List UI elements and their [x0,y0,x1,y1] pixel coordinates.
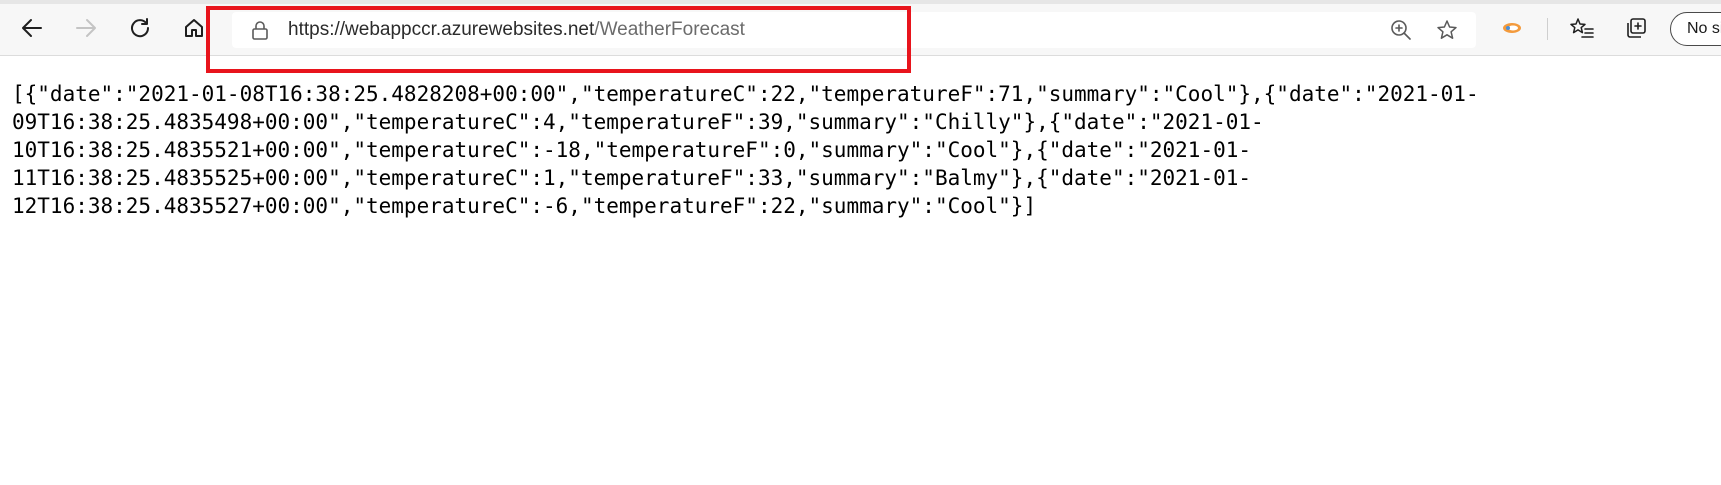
toolbar-divider [1547,18,1548,40]
json-line: 10T16:38:25.4835521+00:00","temperatureC… [12,138,1252,162]
home-icon [185,19,203,37]
favorite-button[interactable] [1435,18,1459,42]
json-line: 09T16:38:25.4835498+00:00","temperatureC… [12,110,1264,134]
json-response-body: [{"date":"2021-01-08T16:38:25.4828208+00… [12,80,1702,220]
forward-button[interactable] [70,12,102,44]
star-icon [1437,20,1457,39]
address-bar-highlight [206,6,911,73]
extension-icon [1503,23,1521,33]
refresh-icon [131,18,150,38]
zoom-button[interactable] [1389,18,1413,42]
tab-strip-edge [0,0,1721,4]
profile-sync-button[interactable]: No si [1670,12,1721,46]
favorites-icon [1570,18,1594,38]
json-line: 12T16:38:25.4835527+00:00","temperatureC… [12,194,1037,218]
forward-arrow-icon [76,19,96,37]
extension-button[interactable] [1496,12,1528,44]
json-line: 11T16:38:25.4835525+00:00","temperatureC… [12,166,1252,190]
back-button[interactable] [16,12,48,44]
json-line: [{"date":"2021-01-08T16:38:25.4828208+00… [12,82,1479,106]
refresh-button[interactable] [124,12,156,44]
favorites-button[interactable] [1566,12,1598,44]
collections-button[interactable] [1620,12,1652,44]
zoom-in-icon [1391,20,1411,40]
collections-icon [1627,18,1646,38]
back-arrow-icon [22,19,42,37]
